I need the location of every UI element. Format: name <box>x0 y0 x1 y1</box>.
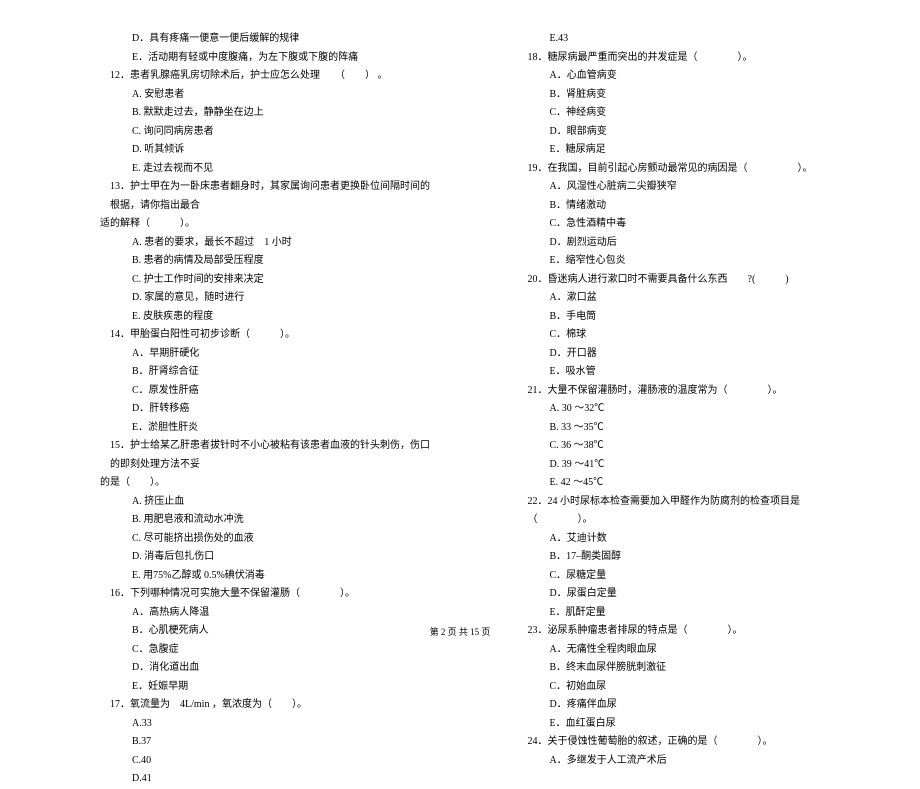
option-text: D. 消毒后包扎伤口 <box>100 548 433 567</box>
option-text: D．开口器 <box>518 345 851 364</box>
option-text: D．具有疼痛一便意一便后缓解的规律 <box>100 30 433 49</box>
option-text: A. 患者的要求，最长不超过 1 小时 <box>100 234 433 253</box>
option-text: C.40 <box>100 752 433 771</box>
option-text: D．肝转移癌 <box>100 400 433 419</box>
option-text: B．终末血尿伴膀胱刺激征 <box>518 659 851 678</box>
option-text: B. 用肥皂液和流动水冲洗 <box>100 511 433 530</box>
option-text: A. 安慰患者 <box>100 86 433 105</box>
option-text: E．妊娠早期 <box>100 678 433 697</box>
right-column: E.4318．糖尿病最严重而突出的并发症是（ ）。A．心血管病变B．肾脏病变C．… <box>518 30 851 789</box>
question-text: 18．糖尿病最严重而突出的并发症是（ ）。 <box>518 49 851 68</box>
question-text: 21．大量不保留灌肠时，灌肠液的温度常为（ ）。 <box>518 382 851 401</box>
option-text: E. 皮肤疾患的程度 <box>100 308 433 327</box>
option-text: B. 33 ～35℃ <box>518 419 851 438</box>
question-text: 24．关于侵蚀性葡萄胎的叙述，正确的是（ ）。 <box>518 733 851 752</box>
option-text: C．尿糖定量 <box>518 567 851 586</box>
option-text: E．血红蛋白尿 <box>518 715 851 734</box>
option-text: D. 39 ～41℃ <box>518 456 851 475</box>
option-text: A．高热病人降温 <box>100 604 433 623</box>
option-text: C．初始血尿 <box>518 678 851 697</box>
option-text: E. 用75%乙醇或 0.5%碘伏消毒 <box>100 567 433 586</box>
option-text: A.33 <box>100 715 433 734</box>
option-text: A．漱口盆 <box>518 289 851 308</box>
option-text: D. 听其倾诉 <box>100 141 433 160</box>
option-text: E．活动期有轻或中度腹痛，为左下腹或下腹的阵痛 <box>100 49 433 68</box>
option-text: B. 患者的病情及局部受压程度 <box>100 252 433 271</box>
option-text: B.37 <box>100 733 433 752</box>
option-text: C. 护士工作时间的安排来决定 <box>100 271 433 290</box>
question-text: 15．护士给某乙肝患者拔针时不小心被粘有该患者血液的针头刺伤，伤口的即刻处理方法… <box>100 437 433 474</box>
option-text: C. 尽可能挤出损伤处的血液 <box>100 530 433 549</box>
option-text: B．肾脏病变 <box>518 86 851 105</box>
option-text: E．淤胆性肝炎 <box>100 419 433 438</box>
question-text: 20．昏迷病人进行漱口时不需要具备什么东西 ?( ) <box>518 271 851 290</box>
option-text: D．消化道出血 <box>100 659 433 678</box>
option-text: C. 36 ～38℃ <box>518 437 851 456</box>
option-text: E．肌酐定量 <box>518 604 851 623</box>
option-text: D.41 <box>100 770 433 789</box>
option-text: B．情绪激动 <box>518 197 851 216</box>
option-text: B．手电筒 <box>518 308 851 327</box>
option-text: A．多继发于人工流产术后 <box>518 752 851 771</box>
option-text: D．尿蛋白定量 <box>518 585 851 604</box>
question-text: 12．患者乳腺癌乳房切除术后，护士应怎么处理 （ ） 。 <box>100 67 433 86</box>
question-text: 适的解释（ ）。 <box>100 215 433 234</box>
option-text: A．早期肝硬化 <box>100 345 433 364</box>
question-text: 的是（ ）。 <box>100 474 433 493</box>
option-text: B．肝肾综合征 <box>100 363 433 382</box>
option-text: C．棉球 <box>518 326 851 345</box>
option-text: E.43 <box>518 30 851 49</box>
option-text: C. 询问同病房患者 <box>100 123 433 142</box>
question-text: 13．护士甲在为一卧床患者翻身时，其家属询问患者更换卧位间隔时间的根据，请你指出… <box>100 178 433 215</box>
option-text: E．吸水管 <box>518 363 851 382</box>
option-text: A．心血管病变 <box>518 67 851 86</box>
option-text: D．眼部病变 <box>518 123 851 142</box>
option-text: A．风湿性心脏病二尖瓣狭窄 <box>518 178 851 197</box>
question-text: 17．氧流量为 4L/min ，氧浓度为（ ）。 <box>100 696 433 715</box>
option-text: E. 42 ～45℃ <box>518 474 851 493</box>
option-text: C．原发性肝癌 <box>100 382 433 401</box>
option-text: C．神经病变 <box>518 104 851 123</box>
option-text: A. 挤压止血 <box>100 493 433 512</box>
option-text: B. 默默走过去，静静坐在边上 <box>100 104 433 123</box>
option-text: D．疼痛伴血尿 <box>518 696 851 715</box>
option-text: E．糖尿病足 <box>518 141 851 160</box>
question-text: 14．甲胎蛋白阳性可初步诊断（ ）。 <box>100 326 433 345</box>
two-column-layout: D．具有疼痛一便意一便后缓解的规律E．活动期有轻或中度腹痛，为左下腹或下腹的阵痛… <box>100 30 850 789</box>
option-text: E．缩窄性心包炎 <box>518 252 851 271</box>
question-text: 16．下列哪种情况可实施大量不保留灌肠（ ）。 <box>100 585 433 604</box>
left-column: D．具有疼痛一便意一便后缓解的规律E．活动期有轻或中度腹痛，为左下腹或下腹的阵痛… <box>100 30 433 789</box>
question-text: 19．在我国，目前引起心房颤动最常见的病因是（ ）。 <box>518 160 851 179</box>
option-text: E. 走过去视而不见 <box>100 160 433 179</box>
option-text: A. 30 ～32℃ <box>518 400 851 419</box>
option-text: D. 家属的意见，随时进行 <box>100 289 433 308</box>
option-text: D．剧烈运动后 <box>518 234 851 253</box>
option-text: C．急性酒精中毒 <box>518 215 851 234</box>
option-text: B．17–酮类固醇 <box>518 548 851 567</box>
option-text: A．艾迪计数 <box>518 530 851 549</box>
page-footer: 第 2 页 共 15 页 <box>0 625 920 638</box>
question-text: 22．24 小时尿标本检查需要加入甲醛作为防腐剂的检查项目是（ ）。 <box>518 493 851 530</box>
